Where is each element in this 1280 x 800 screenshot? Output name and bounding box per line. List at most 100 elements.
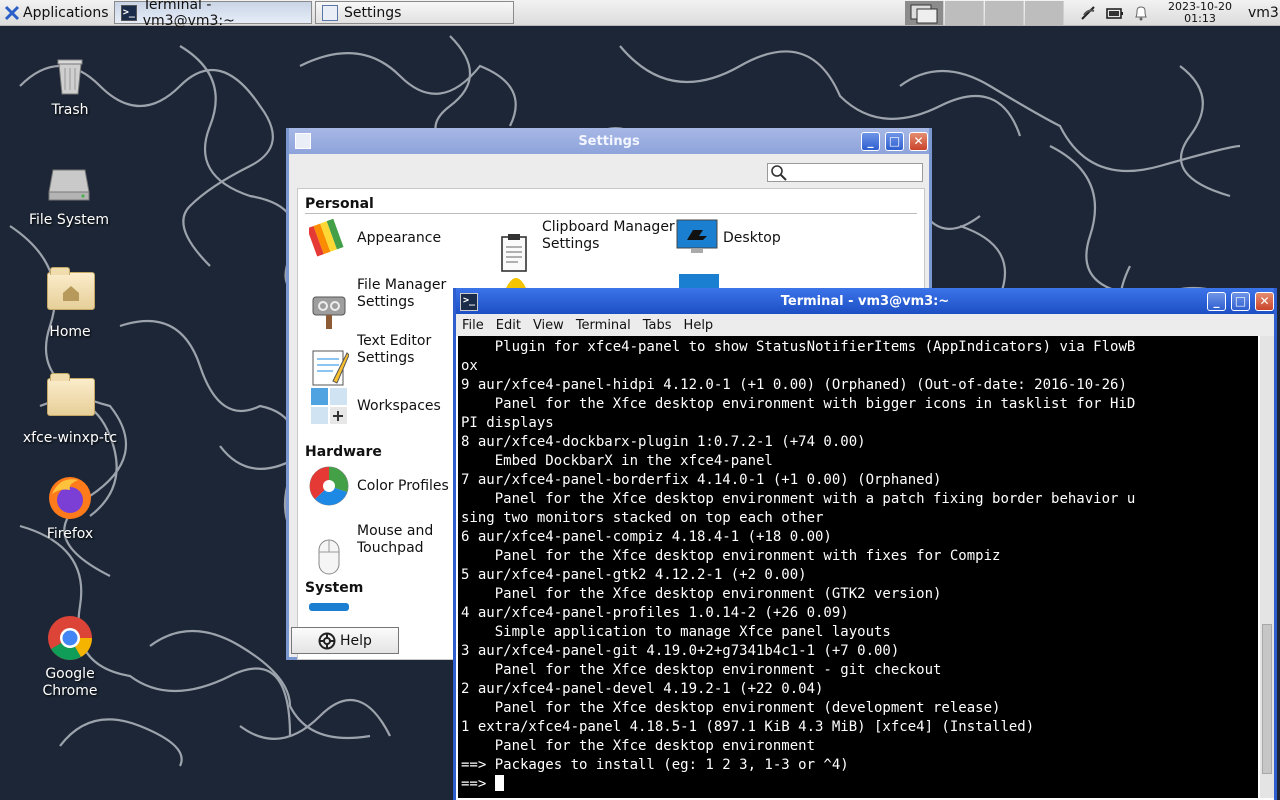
terminal-scrollbar-thumb[interactable]: [1262, 624, 1272, 774]
terminal-line: Panel for the Xfce desktop environment -…: [461, 662, 942, 678]
terminal-line: 4 aur/xfce4-panel-profiles 1.0.14-2 (+26…: [461, 605, 849, 621]
settings-minimize-button[interactable]: _: [861, 132, 880, 151]
settings-item-file-manager[interactable]: File Manager Settings: [309, 274, 446, 329]
home-folder-icon: [46, 267, 95, 320]
desktop-monitor-icon: [675, 218, 718, 258]
category-system: System: [305, 580, 364, 596]
category-divider: [305, 213, 917, 214]
taskbar-settings-button[interactable]: Settings: [315, 1, 514, 24]
desktop-icon-home[interactable]: Home: [20, 264, 120, 341]
clipboard-icon: [494, 216, 534, 272]
text-editor-icon: [309, 330, 350, 386]
terminal-prompt-line[interactable]: ==>: [461, 775, 1258, 794]
desktop-icon-trash[interactable]: Trash: [20, 50, 120, 119]
settings-help-button[interactable]: Help: [291, 627, 399, 654]
menu-file[interactable]: File: [456, 318, 490, 333]
workspace-2[interactable]: [945, 1, 984, 25]
settings-title: Settings: [578, 133, 640, 149]
desktop-icon-firefox[interactable]: Firefox: [20, 474, 120, 543]
color-profiles-icon: [309, 466, 349, 506]
taskbar-terminal-label: Terminal - vm3@vm3:~: [142, 0, 235, 29]
settings-item-text-editor[interactable]: Text Editor Settings: [309, 330, 432, 386]
terminal-close-button[interactable]: ✕: [1255, 292, 1274, 311]
settings-item-workspaces[interactable]: Workspaces: [309, 386, 441, 426]
terminal-cursor: [494, 775, 504, 791]
settings-item-desktop[interactable]: Desktop: [675, 218, 781, 258]
workspace-1[interactable]: [905, 1, 944, 25]
terminal-line: Plugin for xfce4-panel to show StatusNot…: [461, 339, 1136, 355]
terminal-line: ==> Packages to install (eg: 1 2 3, 1-3 …: [461, 757, 849, 773]
terminal-line: 3 aur/xfce4-panel-git 4.19.0+2+g7341b4c1…: [461, 643, 900, 659]
terminal-minimize-button[interactable]: _: [1207, 292, 1226, 311]
settings-maximize-button[interactable]: □: [885, 132, 904, 151]
terminal-line: Panel for the Xfce desktop environment w…: [461, 491, 1136, 507]
top-panel: Applications >_ Terminal - vm3@vm3:~ Set…: [0, 0, 1280, 29]
terminal-line: 9 aur/xfce4-panel-hidpi 4.12.0-1 (+1 0.0…: [461, 377, 1127, 393]
terminal-title: Terminal - vm3@vm3:~: [780, 293, 950, 309]
settings-item-clipboard-manager[interactable]: Clipboard Manager Settings: [494, 216, 675, 272]
chrome-icon: [46, 597, 94, 660]
terminal-line: Embed DockbarX in the xfce4-panel: [461, 453, 773, 469]
desktop-icon-xfce-winxp-tc[interactable]: xfce-winxp-tc: [20, 370, 120, 447]
search-icon: [771, 165, 787, 181]
menu-view[interactable]: View: [527, 318, 570, 333]
settings-item-color-profiles[interactable]: Color Profiles: [309, 466, 449, 506]
terminal-prompt: ==>: [461, 776, 495, 792]
desktop-icon-google-chrome[interactable]: Google Chrome: [20, 580, 120, 717]
folder-icon: [46, 373, 95, 426]
desktop-icon-file-system[interactable]: File System: [19, 160, 119, 229]
settings-close-button[interactable]: ✕: [909, 132, 928, 151]
applications-menu-button[interactable]: Applications: [0, 0, 113, 26]
network-disconnected-icon[interactable]: [1078, 3, 1098, 23]
desktop-icon-label: Trash: [51, 102, 89, 118]
menu-edit[interactable]: Edit: [490, 318, 527, 333]
terminal-maximize-button[interactable]: □: [1231, 292, 1250, 311]
partially-hidden-blue-icon: [679, 274, 719, 288]
terminal-scrollbar[interactable]: [1260, 336, 1274, 798]
settings-item-label: Appearance: [357, 229, 442, 246]
desktop-icon-label: Firefox: [46, 526, 94, 542]
terminal-line: Panel for the Xfce desktop environment (…: [461, 586, 942, 602]
terminal-window-icon: >_: [460, 293, 478, 311]
partially-hidden-system-icon: [309, 603, 349, 611]
notifications-bell-icon[interactable]: [1131, 3, 1151, 23]
desktop-icon-label: Google Chrome: [42, 666, 98, 699]
help-lifebuoy-icon: [318, 632, 336, 649]
user-name[interactable]: vm3: [1248, 5, 1279, 21]
settings-item-label: Text Editor Settings: [357, 333, 432, 366]
workspace-4[interactable]: [1025, 1, 1064, 25]
trash-icon: [46, 50, 94, 98]
terminal-line: Panel for the Xfce desktop environment: [461, 738, 816, 754]
category-hardware: Hardware: [305, 444, 382, 460]
desktop-icon-label: File System: [28, 212, 110, 228]
terminal-titlebar[interactable]: >_ Terminal - vm3@vm3:~ _ □ ✕: [456, 288, 1274, 314]
applications-label: Applications: [23, 4, 109, 21]
settings-item-mouse-touchpad[interactable]: Mouse and Touchpad: [309, 520, 433, 575]
terminal-line: sing two monitors stacked on top each ot…: [461, 510, 824, 526]
taskbar-settings-label: Settings: [344, 4, 402, 21]
firefox-icon: [46, 474, 94, 522]
terminal-line: 5 aur/xfce4-panel-gtk2 4.12.2-1 (+2 0.00…: [461, 567, 807, 583]
file-manager-icon: [309, 274, 349, 329]
xfce-logo-icon: [4, 5, 20, 20]
terminal-line: Simple application to manage Xfce panel …: [461, 624, 891, 640]
terminal-menubar: File Edit View Terminal Tabs Help: [456, 314, 1274, 336]
settings-item-appearance[interactable]: Appearance: [306, 218, 442, 258]
panel-clock[interactable]: 2023-10-20 01:13: [1160, 1, 1240, 25]
settings-window-icon: [295, 133, 311, 149]
settings-titlebar[interactable]: Settings _ □ ✕: [289, 128, 929, 154]
menu-terminal[interactable]: Terminal: [570, 318, 637, 333]
terminal-line: PI displays: [461, 415, 554, 431]
settings-item-label: Clipboard Manager Settings: [542, 219, 675, 252]
menu-tabs[interactable]: Tabs: [637, 318, 678, 333]
help-label: Help: [340, 632, 372, 649]
terminal-window: >_ Terminal - vm3@vm3:~ _ □ ✕ File Edit …: [453, 288, 1277, 800]
settings-search-input[interactable]: [767, 163, 923, 182]
workspace-3[interactable]: [985, 1, 1024, 25]
taskbar-terminal-button[interactable]: >_ Terminal - vm3@vm3:~: [114, 0, 312, 29]
menu-help[interactable]: Help: [678, 318, 720, 333]
battery-icon[interactable]: [1105, 3, 1125, 23]
terminal-output[interactable]: Plugin for xfce4-panel to show StatusNot…: [458, 336, 1258, 798]
settings-item-label: Desktop: [723, 229, 781, 246]
mouse-icon: [309, 520, 349, 575]
